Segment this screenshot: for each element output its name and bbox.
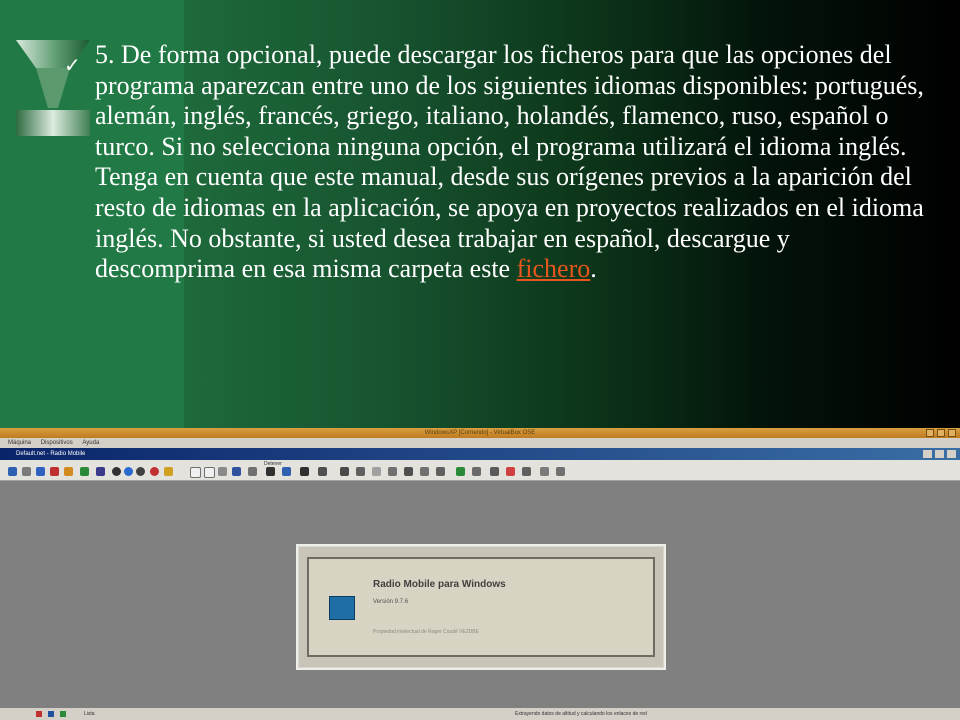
vm-menubar: Máquina Dispositivos Ayuda <box>0 438 960 448</box>
splash-copyright: Propiedad intelectual de Roger Coudé VE2… <box>373 629 479 635</box>
grid-icon[interactable] <box>248 467 257 476</box>
splash-title: Radio Mobile para Windows <box>373 579 506 590</box>
doc-close-icon[interactable] <box>947 450 956 458</box>
app-toolbar: Detener <box>0 460 960 481</box>
settings-icon[interactable] <box>522 467 531 476</box>
vm-window-title: WindowsXP [Corriendo] - VirtualBox OSE <box>424 430 536 436</box>
paragraph-text: 5. De forma opcional, puede descargar lo… <box>95 40 924 284</box>
map-icon[interactable] <box>64 467 73 476</box>
radio-mobile-app-icon <box>329 596 355 620</box>
options-icon[interactable] <box>472 467 481 476</box>
vm-window-titlebar: WindowsXP [Corriendo] - VirtualBox OSE <box>0 428 960 438</box>
doc-maximize-icon[interactable] <box>935 450 944 458</box>
text-icon[interactable] <box>388 467 397 476</box>
zoom-icon[interactable] <box>282 467 291 476</box>
unit-list-icon[interactable] <box>340 467 349 476</box>
menu-maquina[interactable]: Máquina <box>8 440 31 446</box>
globe-icon[interactable] <box>124 467 133 476</box>
line-icon[interactable] <box>404 467 413 476</box>
units-icon[interactable] <box>96 467 105 476</box>
stop-icon[interactable] <box>150 467 159 476</box>
doc-minimize-icon[interactable] <box>923 450 932 458</box>
save-icon[interactable] <box>22 467 31 476</box>
export-icon[interactable] <box>540 467 549 476</box>
menu-dispositivos[interactable]: Dispositivos <box>41 440 73 446</box>
elevation-icon[interactable] <box>266 467 275 476</box>
status-right-text: Extrayendo datos de altitud y calculando… <box>515 711 647 717</box>
coverage-icon[interactable] <box>136 467 145 476</box>
measure-icon[interactable] <box>420 467 429 476</box>
picture-icon[interactable] <box>204 467 215 478</box>
legend-icon[interactable] <box>372 467 381 476</box>
help-icon[interactable] <box>556 467 565 476</box>
close-icon[interactable] <box>948 429 956 437</box>
embedded-app-screenshot: WindowsXP [Corriendo] - VirtualBox OSE M… <box>0 428 960 720</box>
status-net-icon <box>36 711 42 717</box>
tools-icon[interactable] <box>490 467 499 476</box>
about-splash-dialog: Radio Mobile para Windows Versión 9.7.6 … <box>298 546 664 668</box>
splash-frame: Radio Mobile para Windows Versión 9.7.6 … <box>307 557 655 657</box>
blank-map-icon[interactable] <box>190 467 201 478</box>
radio-mobile-titlebar: Default.net - Radio Mobile <box>0 448 960 460</box>
minimize-icon[interactable] <box>926 429 934 437</box>
delete-icon[interactable] <box>50 467 59 476</box>
alarm-icon[interactable] <box>506 467 515 476</box>
status-map-icon <box>60 711 66 717</box>
network-icon[interactable] <box>36 467 45 476</box>
slide-paragraph: 5. De forma opcional, puede descargar lo… <box>95 40 925 285</box>
menu-ayuda[interactable]: Ayuda <box>82 440 99 446</box>
document-title: Default.net - Radio Mobile <box>16 451 86 457</box>
merge-icon[interactable] <box>164 467 173 476</box>
properties-icon[interactable] <box>80 467 89 476</box>
check-icon[interactable] <box>456 467 465 476</box>
status-unit-icon <box>48 711 54 717</box>
radio-link-icon[interactable] <box>112 467 121 476</box>
fichero-link[interactable]: fichero <box>517 254 591 283</box>
rotate-icon[interactable] <box>300 467 309 476</box>
status-bar: Lista Extrayendo datos de altitud y calc… <box>0 708 960 720</box>
profile-icon[interactable] <box>356 467 365 476</box>
checkmark-bullet-icon: ✓ <box>64 53 81 77</box>
copy-icon[interactable] <box>218 467 227 476</box>
print-icon[interactable] <box>232 467 241 476</box>
pan-icon[interactable] <box>436 467 445 476</box>
splash-version: Versión 9.7.6 <box>373 599 409 605</box>
status-left-text: Lista <box>84 711 95 717</box>
open-icon[interactable] <box>8 467 17 476</box>
find-icon[interactable] <box>318 467 327 476</box>
maximize-icon[interactable] <box>937 429 945 437</box>
paragraph-end: . <box>590 254 597 284</box>
